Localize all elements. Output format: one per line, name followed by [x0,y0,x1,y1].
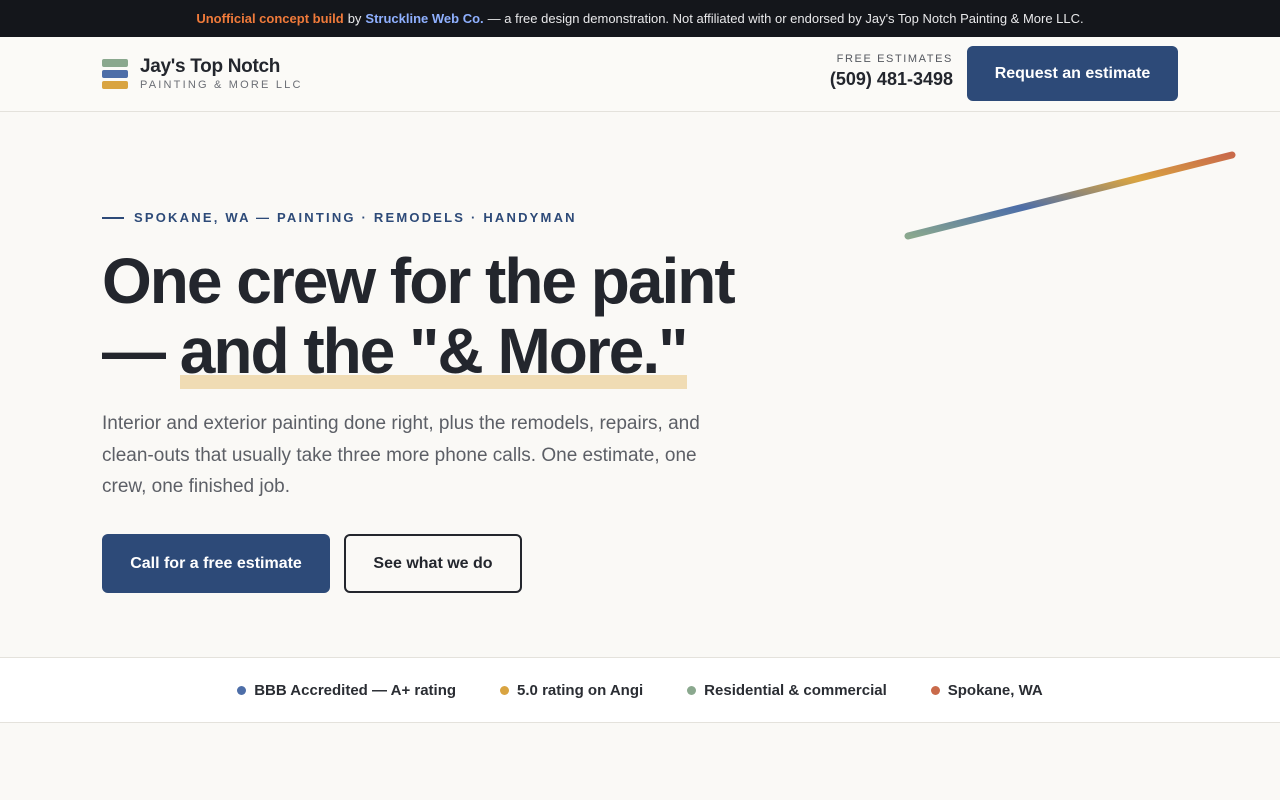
hero-description: Interior and exterior painting done righ… [102,413,700,497]
concept-banner: Unofficial concept build by Struckline W… [0,0,1280,37]
paint-stripes-icon [102,59,128,89]
banner-by: by [347,11,362,26]
headline-highlight: and the "& More." [179,315,688,389]
trust-item-bbb: BBB Accredited — A+ rating [237,682,456,699]
call-estimate-button[interactable]: Call for a free estimate [102,534,330,593]
request-estimate-button[interactable]: Request an estimate [967,46,1178,101]
banner-disclaimer: — a free design demonstration. Not affil… [487,11,1084,26]
phone-number[interactable]: (509) 481-3498 [830,69,953,90]
brand-name: Jay's Top Notch [140,56,281,77]
trust-dot [237,685,247,695]
logo-stripe-gold [102,81,128,89]
banner-unofficial: Unofficial concept build [196,11,344,26]
brand-logo[interactable]: Jay's Top Notch PAINTING & MORE LLC [102,57,303,91]
trust-dot [687,685,697,695]
hero-headline: One crew for the paint — and the "& More… [102,245,736,389]
eyebrow-dash [102,216,124,219]
estimate-contact: FREE ESTIMATES (509) 481-3498 [830,53,953,90]
trust-dot [930,685,940,695]
brand-text: Jay's Top Notch PAINTING & MORE LLC [140,56,303,92]
brand-subtitle: PAINTING & MORE LLC [140,79,303,91]
trust-label: Spokane, WA [947,681,1043,699]
trust-item-residential: Residential & commercial [687,682,887,699]
eyebrow-text: SPOKANE, WA — PAINTING · REMODELS · HAND… [134,210,577,225]
banner-studio-link[interactable]: Struckline Web Co. [365,11,483,26]
trust-label: Residential & commercial [704,681,887,699]
logo-stripe-blue [102,70,128,78]
headline-line1: One crew for the paint [102,245,736,317]
headline-dash: — [102,315,166,387]
trust-item-location: Spokane, WA [930,681,1043,699]
trust-label: BBB Accredited — A+ rating [254,681,457,699]
estimate-label: FREE ESTIMATES [836,53,953,65]
paint-stroke-decoration [904,151,1236,240]
site-header: Jay's Top Notch PAINTING & MORE LLC FREE… [0,37,1280,112]
trust-dot [500,685,510,695]
trust-strip: BBB Accredited — A+ rating 5.0 rating on… [0,657,1280,723]
trust-label: 5.0 rating on Angi [517,681,644,699]
hero-eyebrow: SPOKANE, WA — PAINTING · REMODELS · HAND… [102,210,577,225]
see-services-button[interactable]: See what we do [344,534,522,593]
trust-item-angi: 5.0 rating on Angi [500,682,643,699]
logo-stripe-green [102,59,128,67]
